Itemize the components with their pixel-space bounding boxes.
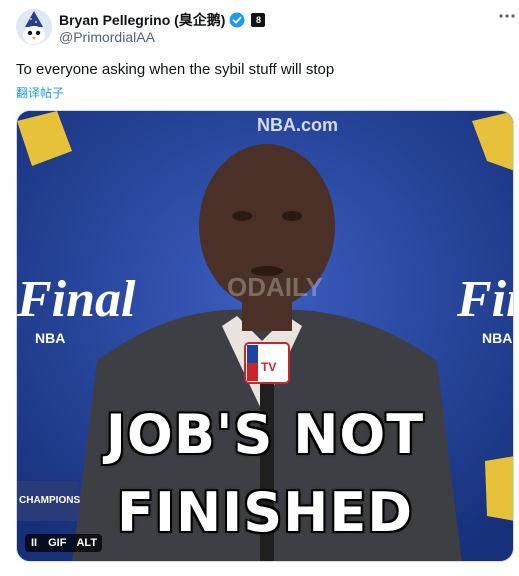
tweet-gif-media[interactable]: NBA.com Final Fina NBA NBA TV CHAMPIONS … xyxy=(16,110,514,562)
nba-text-left: NBA xyxy=(35,330,65,346)
nba-text-right: NBA xyxy=(482,330,512,346)
more-options-icon[interactable] xyxy=(497,6,517,26)
translate-post-link[interactable]: 翻译帖子 xyxy=(16,84,64,101)
author-display-name[interactable]: Bryan Pellegrino (臭企鹅) xyxy=(59,10,225,30)
verified-badge-icon xyxy=(229,12,245,28)
wizard-avatar-icon xyxy=(16,9,52,45)
nba-com-text: NBA.com xyxy=(257,115,338,135)
media-controls: II GIF ALT xyxy=(25,534,103,552)
author-name-row[interactable]: Bryan Pellegrino (臭企鹅) 8 xyxy=(59,10,266,30)
gif-badge: GIF xyxy=(43,534,72,552)
finals-text-left: Final xyxy=(17,271,136,328)
gif-caption-line-1: JOB'S NOT xyxy=(105,403,425,466)
mic-flag-text: TV xyxy=(261,360,276,374)
author-handle[interactable]: @PrimordialAA xyxy=(59,29,155,45)
finals-text-right: Fina xyxy=(456,271,514,328)
tweet-text: To everyone asking when the sybil stuff … xyxy=(16,61,335,78)
avatar[interactable] xyxy=(16,9,52,45)
watermark-text: ODAILY xyxy=(227,272,323,302)
pause-button[interactable]: II xyxy=(25,534,44,552)
alt-text-button[interactable]: ALT xyxy=(71,534,103,552)
affiliate-badge-icon[interactable]: 8 xyxy=(251,13,266,27)
